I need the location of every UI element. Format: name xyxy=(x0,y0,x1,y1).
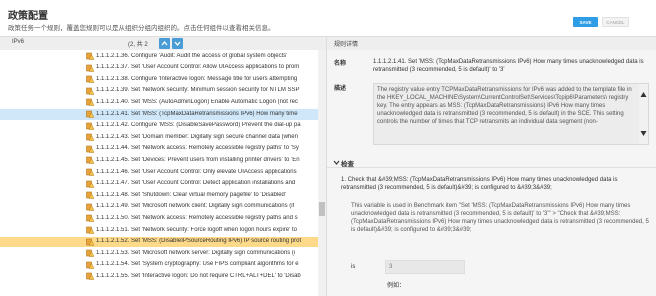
chevron-down-icon xyxy=(333,160,340,165)
tree-row-label: 1.1.1.2.1.41. Set 'MSS: (TcpMaxDataRetra… xyxy=(96,110,298,117)
search-bar: IPv6 (2, 共 2 xyxy=(0,36,326,50)
rule-icon xyxy=(86,191,94,199)
search-input[interactable]: IPv6 xyxy=(12,39,24,45)
tree-row-label: 1.1.1.2.1.53. Set 'Microsoft network ser… xyxy=(96,249,296,256)
detail-title: 规则详情 xyxy=(334,42,359,48)
policy-config-page: 政策配置 政策任务一个规则，覆盖您规则可以是从组织分组内组织的。点击任何组件以查… xyxy=(0,0,656,296)
rule-icon xyxy=(86,52,94,60)
tree-row-label: 1.1.1.2.1.52. Set 'MSS: (DisableIPSource… xyxy=(96,238,302,245)
rule-icon xyxy=(86,249,94,257)
tree-row-label: 1.1.1.2.1.46. Set 'User Account Control:… xyxy=(96,168,297,175)
rule-icon xyxy=(86,261,94,269)
tree-row[interactable]: 1.1.1.2.1.49. Set 'Microsoft network cli… xyxy=(0,202,318,213)
tree-row-label: 1.1.1.2.1.51. Set 'Network security: For… xyxy=(96,226,297,233)
tree-scrollbar[interactable] xyxy=(318,50,326,296)
rule-detail-pane: 规则详情 名称 1.1.1.2.1.41. Set 'MSS: (TcpMaxD… xyxy=(326,36,656,296)
rule-icon xyxy=(86,215,94,223)
rule-icon xyxy=(86,133,94,141)
tree-row[interactable]: 1.1.1.2.1.48. Set 'Shutdown: Clear virtu… xyxy=(0,190,318,201)
search-next-button[interactable] xyxy=(172,38,183,49)
tree-scrollbar-thumb[interactable] xyxy=(319,202,325,216)
tree-row[interactable]: 1.1.1.2.1.50. Set 'Network access: Remot… xyxy=(0,213,318,224)
rule-icon xyxy=(86,99,94,107)
tree-row-label: 1.1.1.2.1.39. Set 'Network security: Min… xyxy=(96,87,300,94)
example-label: 例如： xyxy=(387,283,406,289)
tree-row-label: 1.1.1.2.1.37. Set 'User Account Control:… xyxy=(96,64,300,71)
detail-header: 规则详情 xyxy=(327,36,656,50)
check-body: This variable is used in Benchmark item … xyxy=(351,203,649,233)
search-result-count: (2, 共 2 xyxy=(128,42,148,48)
description-label: 描述 xyxy=(334,86,347,92)
tree-row[interactable]: 1.1.1.2.1.55. Set 'Interactive logon: Do… xyxy=(0,271,318,282)
tree-row[interactable]: 1.1.1.2.1.38. Configure 'Interactive log… xyxy=(0,74,318,85)
save-button[interactable]: SAVE xyxy=(573,17,598,27)
name-value: 1.1.1.2.1.41. Set 'MSS: (TcpMaxDataRetra… xyxy=(373,59,644,73)
tree-row-label: 1.1.1.2.1.55. Set 'Interactive logon: Do… xyxy=(96,272,301,279)
tree-row[interactable]: 1.1.1.2.1.51. Set 'Network security: For… xyxy=(0,225,318,236)
tree-row[interactable]: 1.1.1.2.1.52. Set 'MSS: (DisableIPSource… xyxy=(0,236,318,248)
tree-row-label: 1.1.1.2.1.40. Set 'MSS: (AutoAdminLogon)… xyxy=(96,98,298,105)
page-title: 政策配置 xyxy=(8,11,48,22)
tree-row[interactable]: 1.1.1.2.1.44. Set 'Network access: Remot… xyxy=(0,144,318,155)
is-label: is xyxy=(351,264,356,270)
rule-icon xyxy=(86,180,94,188)
tree-row-label: 1.1.1.2.1.38. Configure 'Interactive log… xyxy=(96,75,298,82)
tree-row[interactable]: 1.1.1.2.1.45. Set 'Devices: Prevent user… xyxy=(0,155,318,166)
rule-icon xyxy=(86,226,94,234)
tree-row[interactable]: 1.1.1.2.1.36. Configure 'Audit: Audit th… xyxy=(0,51,318,62)
rule-icon xyxy=(86,75,94,83)
tree-row[interactable]: 1.1.1.2.1.41. Set 'MSS: (TcpMaxDataRetra… xyxy=(0,109,318,120)
tree-row[interactable]: 1.1.1.2.1.54. Set 'System cryptography: … xyxy=(0,260,318,271)
tree-row-label: 1.1.1.2.1.49. Set 'Microsoft network cli… xyxy=(96,203,295,210)
tree-row[interactable]: 1.1.1.2.1.37. Set 'User Account Control:… xyxy=(0,63,318,74)
check-title: 1. Check that &#39;MSS: (TcpMaxDataRetra… xyxy=(341,177,618,191)
tree-row-label: 1.1.1.2.1.54. Set 'System cryptography: … xyxy=(96,261,299,268)
tree-row-label: 1.1.1.2.1.47. Set 'User Account Control:… xyxy=(96,180,296,187)
is-value-field[interactable]: 3 xyxy=(385,260,465,274)
rule-icon xyxy=(86,122,94,130)
scroll-arrows-icon xyxy=(640,92,647,136)
description-text: The registry value entry TCPMaxDataRetra… xyxy=(377,87,632,125)
tree-row-label: 1.1.1.2.1.48. Set 'Shutdown: Clear virtu… xyxy=(96,191,287,198)
rule-icon xyxy=(86,168,94,176)
search-prev-button[interactable] xyxy=(159,38,170,49)
tree-row[interactable]: 1.1.1.2.1.53. Set 'Microsoft network ser… xyxy=(0,248,318,259)
rule-icon xyxy=(86,64,94,72)
tree-row-label: 1.1.1.2.1.45. Set 'Devices: Prevent user… xyxy=(96,156,300,163)
tree-row-label: 1.1.1.2.1.43. Set 'Domain member: Digita… xyxy=(96,133,298,140)
tree-row-label: 1.1.1.2.1.50. Set 'Network access: Remot… xyxy=(96,214,298,221)
rule-icon xyxy=(86,203,94,211)
tree-row[interactable]: 1.1.1.2.1.42. Configure 'MSS: (DisableSa… xyxy=(0,121,318,132)
description-box[interactable]: The registry value entry TCPMaxDataRetra… xyxy=(373,83,649,145)
page-header: 政策配置 政策任务一个规则，覆盖您规则可以是从组织分组内组织的。点击任何组件以查… xyxy=(0,0,656,36)
tree-row[interactable]: 1.1.1.2.1.46. Set 'User Account Control:… xyxy=(0,167,318,178)
check-section-header[interactable]: 检查 xyxy=(327,156,656,168)
tree-row-label: 1.1.1.2.1.42. Configure 'MSS: (DisableSa… xyxy=(96,122,301,129)
chevron-up-icon xyxy=(161,41,168,46)
rule-icon xyxy=(86,87,94,95)
name-label: 名称 xyxy=(334,61,347,67)
rule-icon xyxy=(86,238,94,246)
tree-row[interactable]: 1.1.1.2.1.40. Set 'MSS: (AutoAdminLogon)… xyxy=(0,97,318,108)
rule-icon xyxy=(86,110,94,118)
tree-row[interactable]: 1.1.1.2.1.39. Set 'Network security: Min… xyxy=(0,86,318,97)
tree-row-label: 1.1.1.2.1.36. Configure 'Audit: Audit th… xyxy=(96,52,288,59)
rule-tree-pane: IPv6 (2, 共 2 1.1.1.2.1.36. Configure 'Au… xyxy=(0,36,326,296)
rule-icon xyxy=(86,273,94,281)
is-value: 3 xyxy=(389,264,393,270)
tree-row[interactable]: 1.1.1.2.1.43. Set 'Domain member: Digita… xyxy=(0,132,318,143)
chevron-down-icon xyxy=(174,41,181,46)
cancel-button[interactable]: CANCEL xyxy=(602,17,629,27)
description-scrollbar[interactable] xyxy=(639,84,648,144)
page-description: 政策任务一个规则，覆盖您规则可以是从组织分组内组织的。点击任何组件以查看相关信息… xyxy=(8,25,275,32)
check-section-label: 检查 xyxy=(341,161,354,168)
rule-icon xyxy=(86,157,94,165)
rule-icon xyxy=(86,145,94,153)
tree-row-label: 1.1.1.2.1.44. Set 'Network access: Remot… xyxy=(96,145,299,152)
tree-row[interactable]: 1.1.1.2.1.47. Set 'User Account Control:… xyxy=(0,179,318,190)
rule-tree: 1.1.1.2.1.36. Configure 'Audit: Audit th… xyxy=(0,50,326,296)
